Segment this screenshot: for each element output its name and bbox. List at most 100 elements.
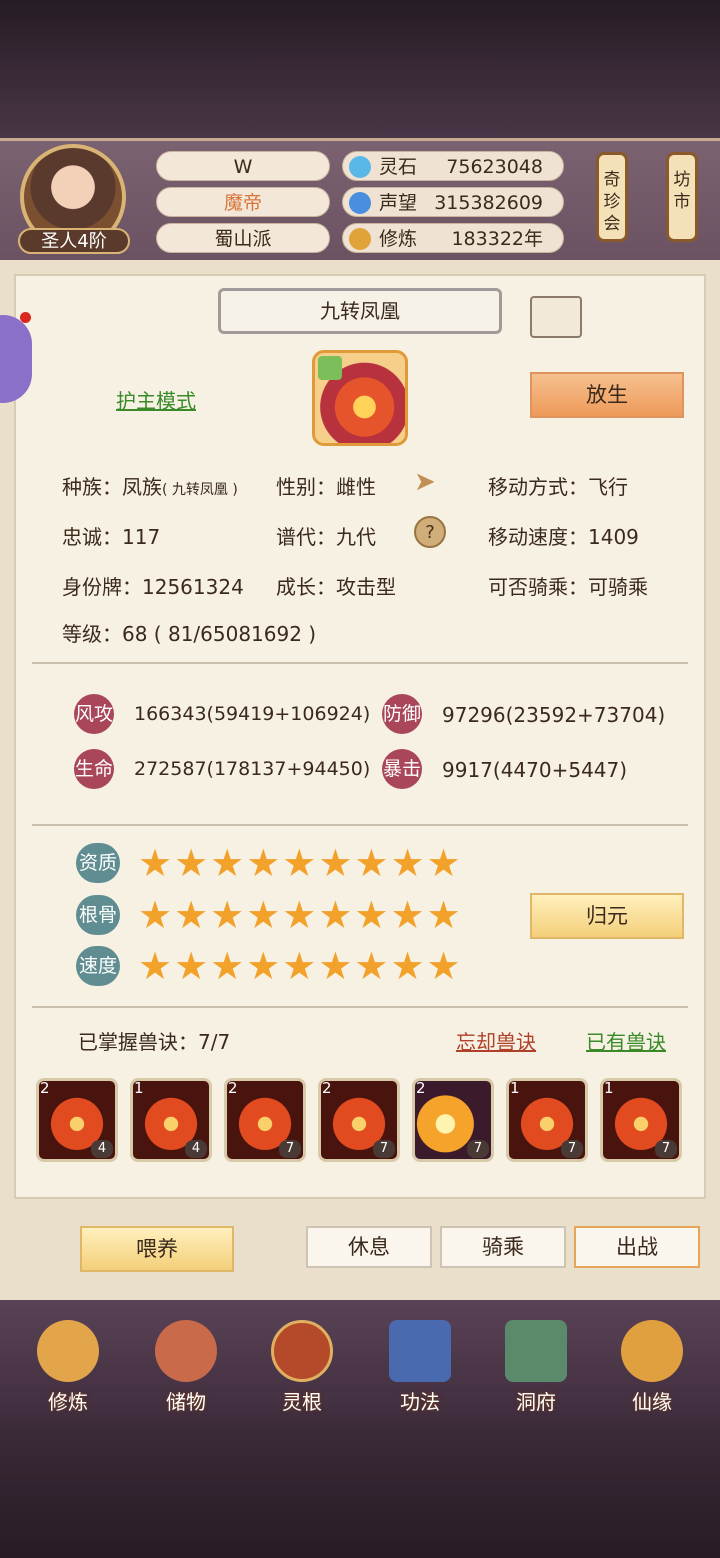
skill-level: 7 (655, 1140, 677, 1158)
player-sect: 蜀山派 (156, 223, 330, 253)
info-value: 117 (122, 525, 161, 549)
info-label: 移动方式： (488, 475, 588, 499)
info-label: 身份牌： (62, 575, 142, 599)
nav-label: 灵根 (282, 1390, 322, 1414)
info-generation: 谱代：九代 (276, 521, 376, 550)
info-move-mode: 移动方式：飞行 (488, 471, 628, 500)
cave-house-icon (505, 1320, 567, 1382)
spirit-root-icon (271, 1320, 333, 1382)
skill-slot-4[interactable]: 27 (318, 1078, 400, 1162)
bottom-backdrop (0, 1422, 720, 1558)
nav-label: 洞府 (516, 1390, 556, 1414)
nav-storage[interactable]: 储物 (146, 1320, 226, 1416)
skill-level: 7 (561, 1140, 583, 1158)
treasure-fair-button[interactable]: 奇珍会 (596, 152, 628, 242)
info-label: 性别： (276, 475, 336, 499)
nav-cultivate[interactable]: 修炼 (28, 1320, 108, 1416)
notification-dot (20, 312, 31, 323)
skill-slot-7[interactable]: 17 (600, 1078, 682, 1162)
info-value: 飞行 (588, 475, 628, 499)
info-value: 1409 (588, 525, 639, 549)
top-backdrop (0, 0, 720, 140)
stat-badge-crit: 暴击 (382, 749, 422, 789)
resource-label: 灵石 (379, 156, 418, 178)
ride-button[interactable]: 骑乘 (440, 1226, 566, 1268)
gender-switch-arrow-icon[interactable]: ➤ (414, 467, 436, 497)
skills-mastered-label: 已掌握兽诀：7/7 (78, 1030, 231, 1054)
player-rank: 圣人4阶 (18, 228, 130, 254)
nav-fate[interactable]: 仙缘 (612, 1320, 692, 1416)
player-name: W (156, 151, 330, 181)
owned-skills-link[interactable]: 已有兽诀 (586, 1026, 666, 1055)
feed-button[interactable]: 喂养 (80, 1226, 234, 1272)
skill-level: 7 (467, 1140, 489, 1158)
divider (32, 662, 688, 664)
info-gender: 性别：雌性 (276, 471, 376, 500)
resource-cultivation: 修炼 183322年 (342, 223, 564, 253)
skill-slot-5[interactable]: 27 (412, 1078, 494, 1162)
aptitude-stars: ★★★★★★★★★ (138, 841, 463, 885)
skill-level: 4 (91, 1140, 113, 1158)
side-float-button[interactable] (0, 315, 32, 403)
bone-badge: 根骨 (76, 895, 120, 935)
rest-button[interactable]: 休息 (306, 1226, 432, 1268)
info-label: 谱代： (276, 525, 336, 549)
skill-tier: 1 (134, 1079, 144, 1097)
nav-spirit-root[interactable]: 灵根 (262, 1320, 342, 1416)
speed-badge: 速度 (76, 946, 120, 986)
resource-value: 315382609 (434, 192, 543, 214)
skill-slot-1[interactable]: 24 (36, 1078, 118, 1162)
info-label: 忠诚： (62, 525, 122, 549)
nav-label: 储物 (166, 1390, 206, 1414)
speed-stars: ★★★★★★★★★ (138, 944, 463, 988)
release-button[interactable]: 放生 (530, 372, 684, 418)
skill-level: 7 (279, 1140, 301, 1158)
guard-mode-link[interactable]: 护主模式 (116, 385, 196, 414)
pet-guide-book-icon[interactable] (530, 296, 582, 338)
resource-value: 75623048 (446, 156, 543, 178)
battle-button[interactable]: 出战 (574, 1226, 700, 1268)
skill-level: 7 (373, 1140, 395, 1158)
stat-value-wind-attack: 166343(59419+106924) (134, 703, 371, 725)
info-label: 等级： (62, 622, 122, 646)
resource-spirit-stone: 灵石 75623048 (342, 151, 564, 181)
reset-origin-button[interactable]: 归元 (530, 893, 684, 939)
skill-tier: 2 (228, 1079, 238, 1097)
treasure-fair-label: 奇珍会 (603, 170, 621, 234)
info-value: 凤族 (122, 475, 162, 499)
prestige-icon (349, 192, 371, 214)
help-question-icon[interactable]: ? (414, 516, 446, 548)
stat-badge-wind-attack: 风攻 (74, 694, 114, 734)
player-title: 魔帝 (156, 187, 330, 217)
stat-value-defense: 97296(23592+73704) (442, 703, 666, 727)
resource-label: 修炼 (379, 228, 418, 250)
skill-slot-2[interactable]: 14 (130, 1078, 212, 1162)
resource-value: 183322年 (451, 228, 543, 250)
cultivation-icon (349, 228, 371, 250)
skill-level: 4 (185, 1140, 207, 1158)
info-label: 种族： (62, 475, 122, 499)
nav-label: 功法 (400, 1390, 440, 1414)
market-button[interactable]: 坊市 (666, 152, 698, 242)
meditation-icon (37, 1320, 99, 1382)
info-race: 种族：凤族( 九转凤凰 ) (62, 471, 238, 500)
info-value: 九代 (336, 525, 376, 549)
info-id-tag: 身份牌：12561324 (62, 571, 244, 600)
nav-cave-house[interactable]: 洞府 (496, 1320, 576, 1416)
nav-label: 修炼 (48, 1390, 88, 1414)
skill-tier: 1 (604, 1079, 614, 1097)
bag-icon (155, 1320, 217, 1382)
info-label: 可否骑乘： (488, 575, 588, 599)
forget-skill-link[interactable]: 忘却兽诀 (456, 1026, 536, 1055)
info-value: 攻击型 (336, 575, 396, 599)
bone-stars: ★★★★★★★★★ (138, 893, 463, 937)
skill-slot-3[interactable]: 27 (224, 1078, 306, 1162)
divider (32, 824, 688, 826)
skill-slot-6[interactable]: 17 (506, 1078, 588, 1162)
info-move-speed: 移动速度：1409 (488, 521, 639, 550)
info-value: 可骑乘 (588, 575, 648, 599)
nav-techniques[interactable]: 功法 (380, 1320, 460, 1416)
nav-label: 仙缘 (632, 1390, 672, 1414)
lock-icon[interactable] (318, 356, 342, 380)
info-rideable: 可否骑乘：可骑乘 (488, 571, 648, 600)
